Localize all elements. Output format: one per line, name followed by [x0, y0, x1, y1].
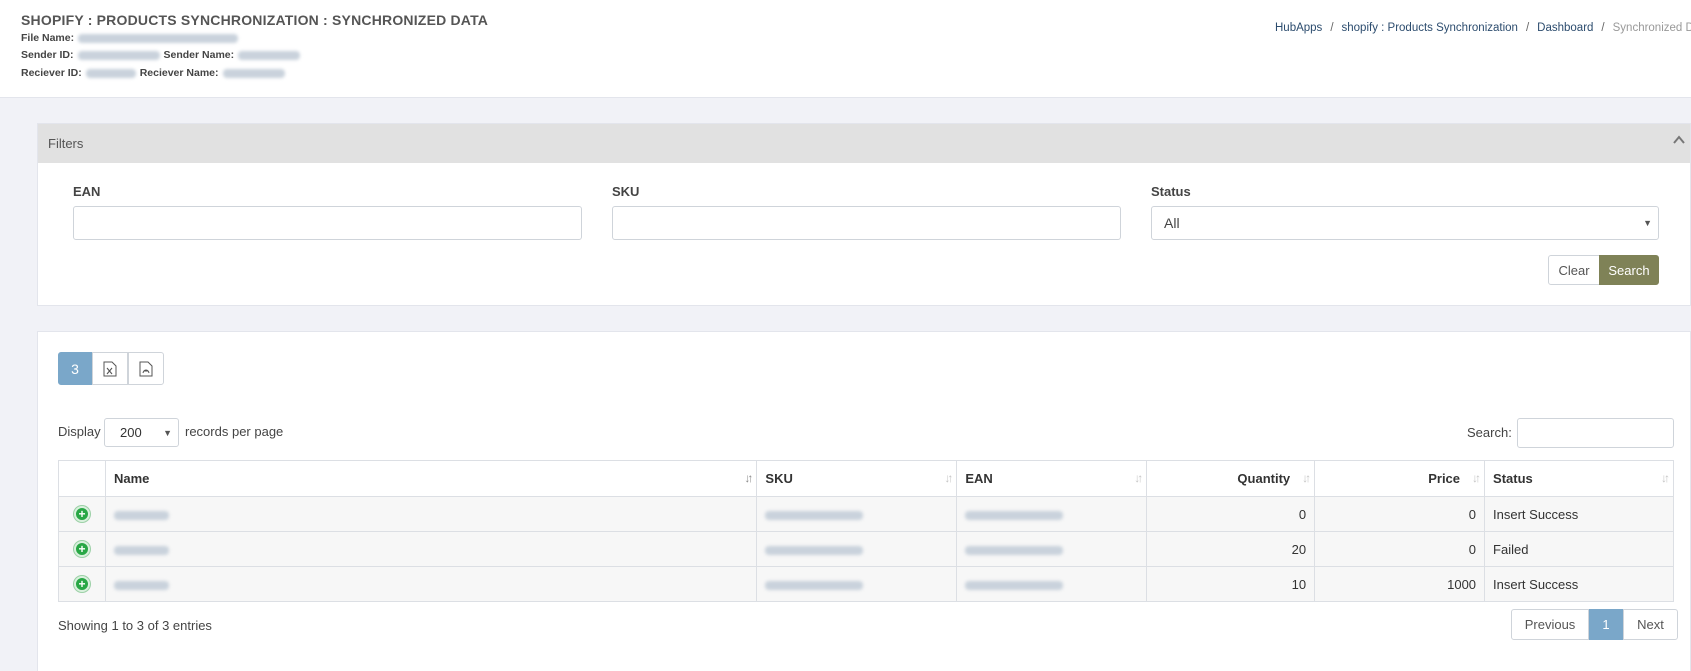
- table-row: + 20 0 Failed: [58, 531, 1674, 567]
- table-search-input[interactable]: [1517, 418, 1674, 448]
- search-button[interactable]: Search: [1599, 255, 1659, 285]
- page-title: SHOPIFY : PRODUCTS SYNCHRONIZATION : SYN…: [21, 12, 489, 28]
- status-cell: Failed: [1484, 531, 1674, 567]
- sku-cell-redacted: [756, 566, 958, 602]
- sort-icon: ↓↑: [1134, 471, 1143, 485]
- ean-cell-redacted: [956, 566, 1148, 602]
- file-name-row: File Name:: [21, 32, 242, 44]
- price-cell: 1000: [1314, 566, 1486, 602]
- expand-cell: +: [58, 531, 106, 567]
- breadcrumb-separator: /: [1601, 22, 1605, 34]
- expand-plus-icon[interactable]: +: [73, 541, 90, 557]
- display-label: Display: [58, 424, 101, 439]
- records-per-page-label: records per page: [185, 424, 284, 439]
- receiver-name-label: Reciever Name:: [139, 67, 219, 79]
- pagination: Previous 1 Next: [1511, 609, 1678, 640]
- column-header-name[interactable]: Name ↓↑: [104, 460, 758, 497]
- excel-export-icon[interactable]: [92, 352, 128, 385]
- column-header-sku[interactable]: SKU ↓↑: [756, 460, 958, 497]
- table-row: + 10 1000 Insert Success: [58, 566, 1674, 602]
- breadcrumb-separator: /: [1330, 22, 1334, 34]
- sku-input[interactable]: [612, 206, 1121, 240]
- status-label: Status: [1151, 184, 1191, 199]
- status-cell: Insert Success: [1484, 496, 1674, 532]
- price-cell: 0: [1314, 496, 1486, 532]
- caret-down-icon: ▼: [1643, 218, 1652, 228]
- sort-icon: ↓↑: [944, 471, 953, 485]
- breadcrumb: HubApps / shopify : Products Synchroniza…: [1275, 22, 1691, 34]
- page-length-select[interactable]: 200 ▼: [104, 418, 179, 447]
- page-length-value: 200: [120, 425, 142, 440]
- price-cell: 0: [1314, 531, 1486, 567]
- table-header-row: Name ↓↑ SKU ↓↑ EAN ↓↑ Quantity ↓↑ Price ↓↑ St…: [58, 460, 1674, 497]
- status-selected-value: All: [1164, 215, 1180, 231]
- expand-cell: +: [58, 496, 106, 532]
- expand-plus-icon[interactable]: +: [73, 576, 90, 592]
- file-name-value-redacted: [78, 33, 239, 43]
- receiver-id-value-redacted: [85, 68, 136, 78]
- quantity-cell: 20: [1146, 531, 1316, 567]
- sender-id-value-redacted: [77, 50, 160, 60]
- data-table: Name ↓↑ SKU ↓↑ EAN ↓↑ Quantity ↓↑ Price ↓↑ St…: [58, 460, 1674, 602]
- next-page-button[interactable]: Next: [1623, 609, 1678, 640]
- filters-header[interactable]: Filters: [38, 124, 1690, 163]
- file-name-label: File Name:: [21, 32, 75, 44]
- ean-cell-redacted: [956, 496, 1148, 532]
- previous-page-button[interactable]: Previous: [1511, 609, 1589, 640]
- ean-label: EAN: [73, 184, 101, 199]
- export-toolbar: 3: [58, 352, 164, 385]
- receiver-row: Reciever ID: Reciever Name:: [21, 67, 289, 79]
- name-cell-redacted: [104, 531, 758, 567]
- sort-icon: ↓↑: [1472, 471, 1481, 485]
- table-row: + 0 0 Insert Success: [58, 496, 1674, 532]
- column-header-status[interactable]: Status ↓↑: [1484, 460, 1674, 497]
- status-cell: Insert Success: [1484, 566, 1674, 602]
- expand-plus-icon[interactable]: +: [73, 506, 90, 522]
- ean-input[interactable]: [73, 206, 582, 240]
- filters-title: Filters: [48, 136, 84, 151]
- receiver-id-label: Reciever ID:: [21, 67, 82, 79]
- table-search-label: Search:: [1467, 425, 1512, 440]
- sender-id-label: Sender ID:: [21, 49, 74, 61]
- column-header-expand: [58, 460, 106, 497]
- ean-cell-redacted: [956, 531, 1148, 567]
- record-count-button[interactable]: 3: [58, 352, 92, 385]
- status-select[interactable]: All ▼: [1151, 206, 1659, 240]
- chevron-up-icon[interactable]: [1672, 133, 1691, 153]
- sort-icon: ↓↑: [1661, 471, 1670, 485]
- top-header: SHOPIFY : PRODUCTS SYNCHRONIZATION : SYN…: [0, 0, 1691, 98]
- name-cell-redacted: [104, 496, 758, 532]
- sku-label: SKU: [612, 184, 640, 199]
- sender-name-label: Sender Name:: [163, 49, 235, 61]
- breadcrumb-dashboard[interactable]: Dashboard: [1537, 22, 1593, 34]
- sku-cell-redacted: [756, 496, 958, 532]
- breadcrumb-products-sync[interactable]: shopify : Products Synchronization: [1342, 22, 1518, 34]
- column-header-ean[interactable]: EAN ↓↑: [956, 460, 1148, 497]
- breadcrumb-hubapps[interactable]: HubApps: [1275, 22, 1322, 34]
- expand-cell: +: [58, 566, 106, 602]
- pdf-export-icon[interactable]: [128, 352, 164, 385]
- sender-name-value-redacted: [238, 50, 301, 60]
- receiver-name-value-redacted: [222, 68, 285, 78]
- sku-cell-redacted: [756, 531, 958, 567]
- breadcrumb-current: Synchronized D: [1612, 22, 1691, 34]
- breadcrumb-separator: /: [1525, 22, 1530, 34]
- clear-button[interactable]: Clear: [1548, 255, 1600, 285]
- caret-down-icon: ▼: [163, 428, 172, 438]
- name-cell-redacted: [104, 566, 758, 602]
- table-info: Showing 1 to 3 of 3 entries: [58, 618, 212, 633]
- quantity-cell: 0: [1146, 496, 1316, 532]
- sender-row: Sender ID: Sender Name:: [21, 49, 304, 61]
- column-header-price[interactable]: Price ↓↑: [1314, 460, 1486, 497]
- sort-icon: ↓↑: [1302, 471, 1311, 485]
- page-1-button[interactable]: 1: [1589, 609, 1623, 640]
- column-header-quantity[interactable]: Quantity ↓↑: [1146, 460, 1316, 497]
- quantity-cell: 10: [1146, 566, 1316, 602]
- sort-icon: ↓↑: [744, 471, 753, 485]
